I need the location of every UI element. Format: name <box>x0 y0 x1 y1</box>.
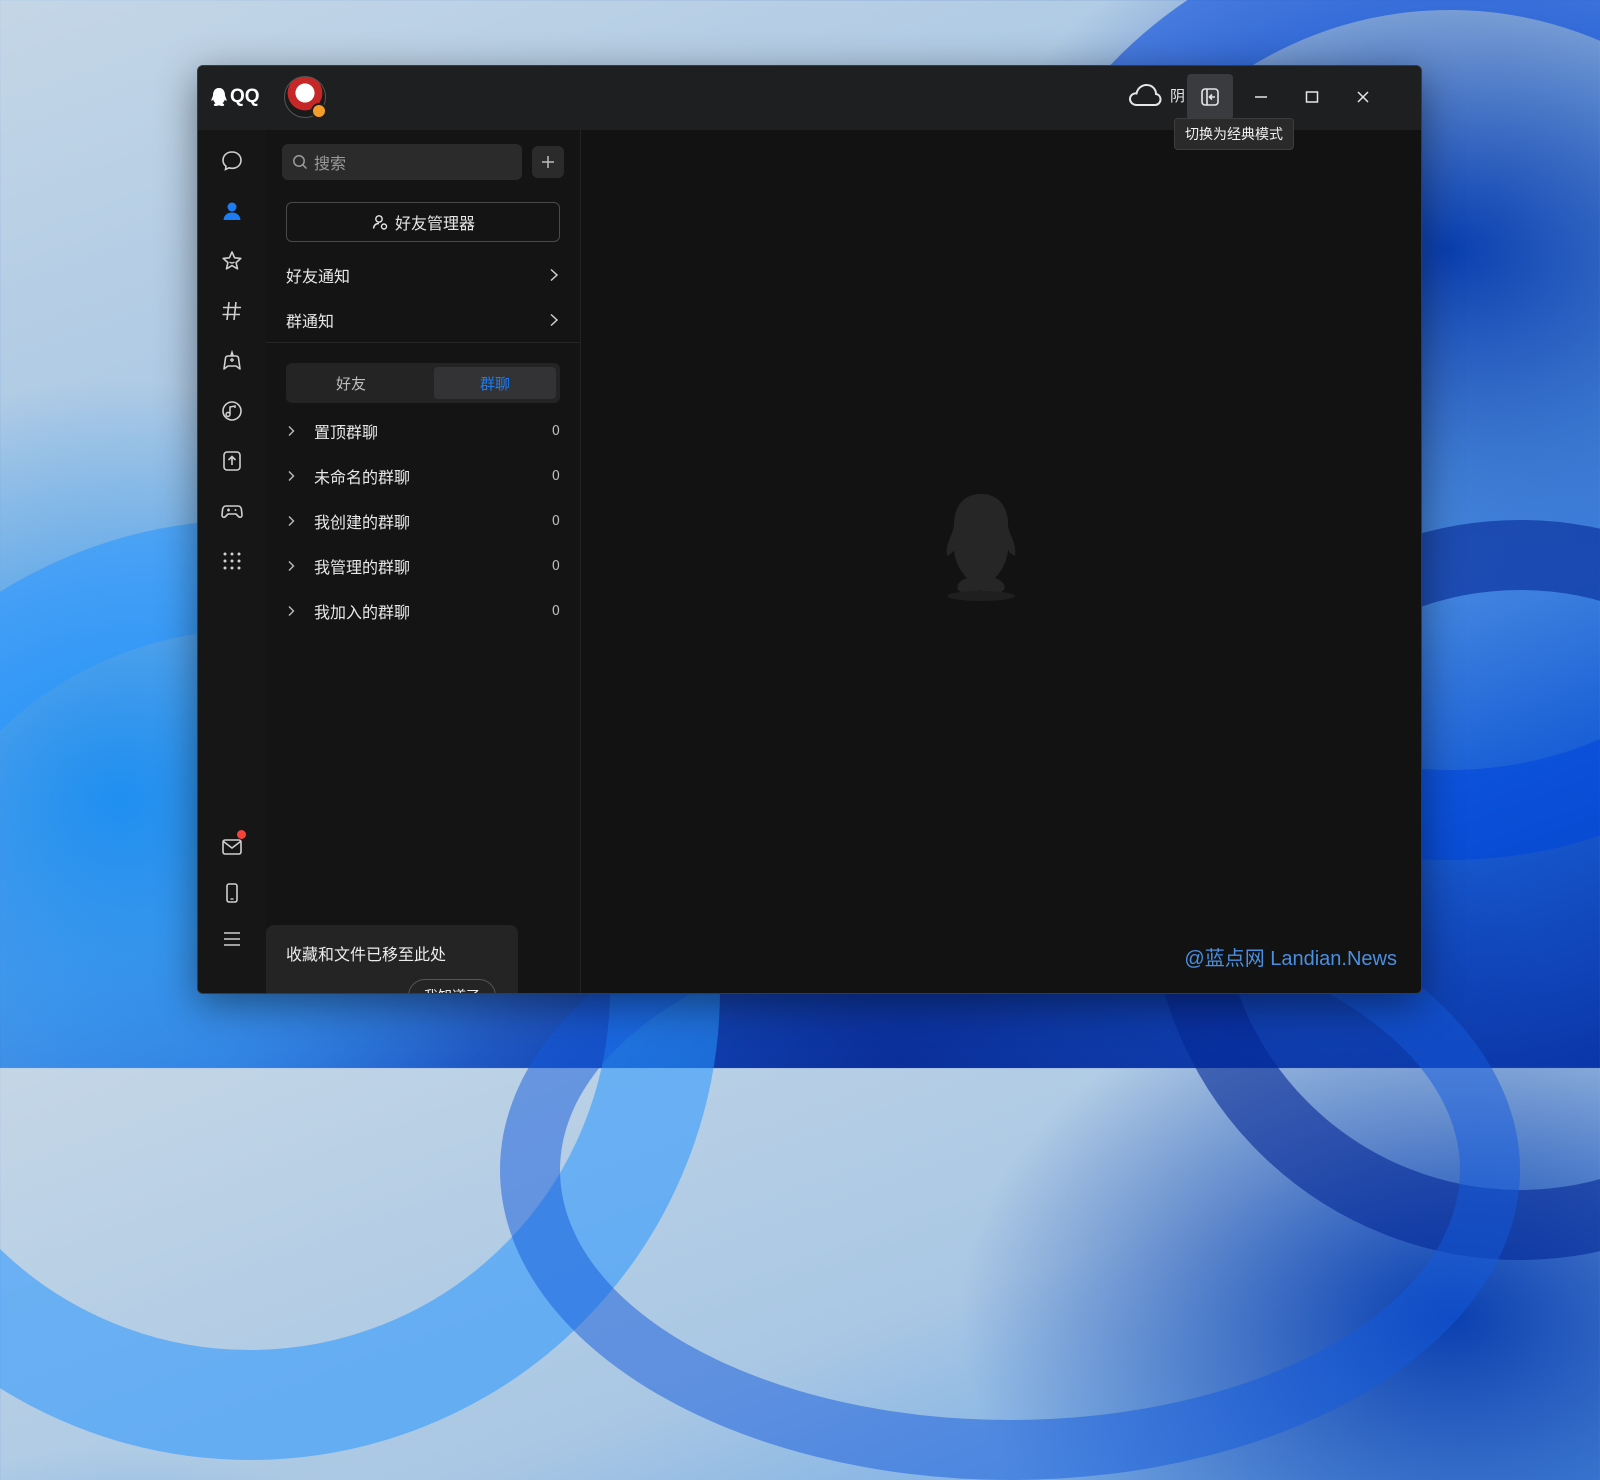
friend-notice-label: 好友通知 <box>286 267 351 286</box>
qq-window: QQ 阴 搜索 好友管理器 好友通知 群通知 好友 群聊 置顶群聊 0 未命名的… <box>197 65 1422 994</box>
app-name: QQ <box>230 86 260 107</box>
chevron-right-icon <box>288 516 295 526</box>
friends-groups-switch: 好友 群聊 <box>286 363 560 403</box>
content-area: @蓝点网 Landian.News <box>581 130 1421 993</box>
cloud-icon <box>1128 83 1162 106</box>
unread-dot <box>237 830 246 839</box>
group-notice-label: 群通知 <box>286 312 335 331</box>
search-icon <box>293 155 308 170</box>
nav-phone[interactable] <box>215 876 249 910</box>
qq-logo: QQ <box>210 86 260 108</box>
watermark: @蓝点网 Landian.News <box>1184 948 1397 970</box>
upload-icon <box>223 451 241 471</box>
chevron-right-icon <box>288 426 295 436</box>
weather-text: 阴 <box>1170 86 1186 105</box>
apps-grid-icon <box>223 552 241 570</box>
group-category-count: 0 <box>551 468 560 484</box>
group-category-row[interactable]: 我加入的群聊 0 <box>286 596 560 626</box>
chevron-right-icon <box>550 268 559 282</box>
chevron-right-icon <box>288 606 295 616</box>
plus-icon <box>542 156 554 168</box>
maximize-icon <box>1305 91 1319 103</box>
group-category-count: 0 <box>551 603 560 619</box>
popup-arrow <box>258 993 266 994</box>
add-button[interactable] <box>532 146 564 178</box>
minimize-icon <box>1255 96 1267 98</box>
user-avatar[interactable] <box>284 76 327 119</box>
search-box[interactable]: 搜索 <box>282 144 522 180</box>
weather-widget[interactable]: 阴 <box>1128 82 1185 108</box>
penguin-placeholder-icon <box>946 494 1016 601</box>
gamepad-icon <box>221 505 243 519</box>
game-center-icon <box>223 349 241 370</box>
switch-mode-tooltip: 切换为经典模式 <box>1174 118 1294 150</box>
group-category-name: 我管理的群聊 <box>314 558 411 577</box>
group-category-row[interactable]: 置顶群聊 0 <box>286 416 560 446</box>
contacts-icon <box>223 202 241 220</box>
group-category-row[interactable]: 我管理的群聊 0 <box>286 551 560 581</box>
tab-groups[interactable]: 群聊 <box>434 367 556 399</box>
message-icon <box>222 151 242 171</box>
close-button[interactable] <box>1340 74 1386 120</box>
nav-contacts[interactable] <box>215 194 249 228</box>
popup-text: 收藏和文件已移至此处 <box>286 945 447 964</box>
close-icon <box>1357 91 1369 103</box>
group-category-count: 0 <box>551 558 560 574</box>
navigation-rail <box>198 130 267 993</box>
chevron-right-icon <box>288 471 295 481</box>
group-category-name: 未命名的群聊 <box>314 468 411 487</box>
user-settings-icon <box>372 215 388 230</box>
nav-games[interactable] <box>215 494 249 528</box>
friend-manager-button[interactable]: 好友管理器 <box>286 202 560 242</box>
group-category-count: 0 <box>551 513 560 529</box>
nav-favorites[interactable] <box>215 244 249 278</box>
nav-channel[interactable] <box>215 294 249 328</box>
star-icon <box>222 251 242 270</box>
status-badge <box>311 103 327 119</box>
nav-apps[interactable] <box>215 544 249 578</box>
contacts-list-panel: 搜索 好友管理器 好友通知 群通知 好友 群聊 置顶群聊 0 未命名的群聊 0 … <box>266 130 581 993</box>
got-it-button[interactable]: 我知道了 <box>408 979 496 993</box>
nav-music[interactable] <box>215 394 249 428</box>
penguin-logo-icon <box>211 88 227 106</box>
group-category-name: 我加入的群聊 <box>314 603 411 622</box>
group-category-count: 0 <box>551 423 560 439</box>
group-notice-row[interactable]: 群通知 <box>286 305 560 335</box>
music-icon <box>222 401 242 421</box>
friend-manager-label: 好友管理器 <box>394 214 475 233</box>
group-category-name: 我创建的群聊 <box>314 513 411 532</box>
nav-upload[interactable] <box>215 444 249 478</box>
tab-friends[interactable]: 好友 <box>290 367 412 399</box>
switch-layout-icon <box>1201 88 1219 106</box>
menu-icon <box>224 932 240 946</box>
divider <box>266 342 580 343</box>
minimize-button[interactable] <box>1238 74 1284 120</box>
chevron-right-icon <box>550 313 559 327</box>
group-category-row[interactable]: 未命名的群聊 0 <box>286 461 560 491</box>
nav-mail[interactable] <box>215 830 249 864</box>
nav-menu[interactable] <box>215 922 249 956</box>
chevron-right-icon <box>288 561 295 571</box>
friend-notice-row[interactable]: 好友通知 <box>286 260 560 290</box>
search-placeholder: 搜索 <box>314 154 347 173</box>
nav-game-center[interactable] <box>215 344 249 378</box>
group-category-row[interactable]: 我创建的群聊 0 <box>286 506 560 536</box>
maximize-button[interactable] <box>1289 74 1335 120</box>
phone-icon <box>226 883 238 903</box>
moved-files-popup: 收藏和文件已移至此处 我知道了 <box>266 925 518 993</box>
channel-icon <box>222 301 241 321</box>
group-category-name: 置顶群聊 <box>314 423 379 442</box>
switch-mode-button[interactable] <box>1187 74 1233 120</box>
nav-messages[interactable] <box>215 144 249 178</box>
